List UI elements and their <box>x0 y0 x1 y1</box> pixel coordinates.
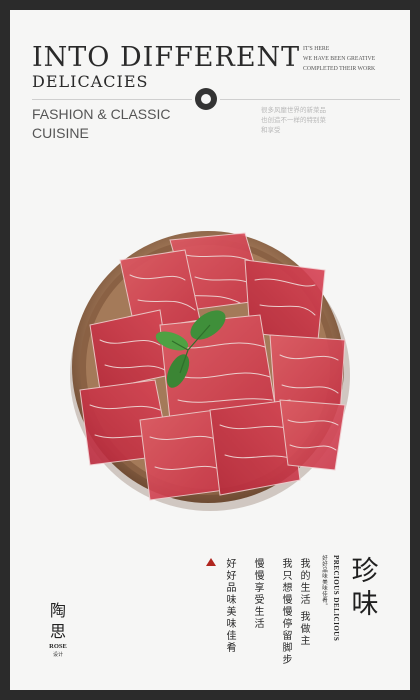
english-note-line: WE HAVE BEEN GREATIVE <box>303 56 376 62</box>
poster: INTO DIFFERENT DELICACIES IT'S HERE WE H… <box>10 10 410 690</box>
verse-column-2: 慢慢享受生活 <box>252 558 263 630</box>
divider-right <box>220 99 400 100</box>
verse-column-1: 好好品味美味佳肴 <box>224 558 235 654</box>
poster-title-line1: INTO DIFFERENT <box>32 42 301 73</box>
poster-title-line2: DELICACIES <box>32 72 149 91</box>
brand-sub: 设计 <box>52 652 63 658</box>
seal-small-text: 好好品味美味佳肴。 <box>321 555 327 609</box>
chinese-note-line: 很多风靡世界的新菜品 <box>261 106 326 114</box>
seal-english-text: PRECIOUS DELICIOUS <box>332 555 340 642</box>
calligraphy-char: 味 <box>351 589 379 620</box>
beef-bowl-image <box>70 231 350 511</box>
subtitle-line: FASHION & CLASSIC <box>32 106 171 122</box>
chinese-note: 很多风靡世界的新菜品 也创造不一样的特别菜 和享受 <box>261 105 371 135</box>
subtitle-line: CUISINE <box>32 125 89 141</box>
english-note-line: IT'S HERE <box>303 46 330 52</box>
red-triangle-icon <box>206 558 216 566</box>
english-note-line: COMPLETED THEIR WORK <box>303 66 376 72</box>
verse-column-3: 我只想慢慢停留脚步 <box>280 558 291 666</box>
brand-name-en: ROSE <box>49 643 67 650</box>
brand-name-cn: 陶思 <box>49 601 66 641</box>
calligraphy-title: 珍 味 <box>348 555 382 621</box>
chinese-note-line: 也创造不一样的特别菜 <box>261 116 326 124</box>
english-note: IT'S HERE WE HAVE BEEN GREATIVE COMPLETE… <box>303 44 403 74</box>
verse-column-4: 我的生活 我做主 <box>298 558 309 648</box>
divider-left <box>32 99 192 100</box>
calligraphy-char: 珍 <box>351 556 379 587</box>
chinese-note-line: 和享受 <box>261 126 281 134</box>
ring-ornament-icon <box>195 88 217 110</box>
